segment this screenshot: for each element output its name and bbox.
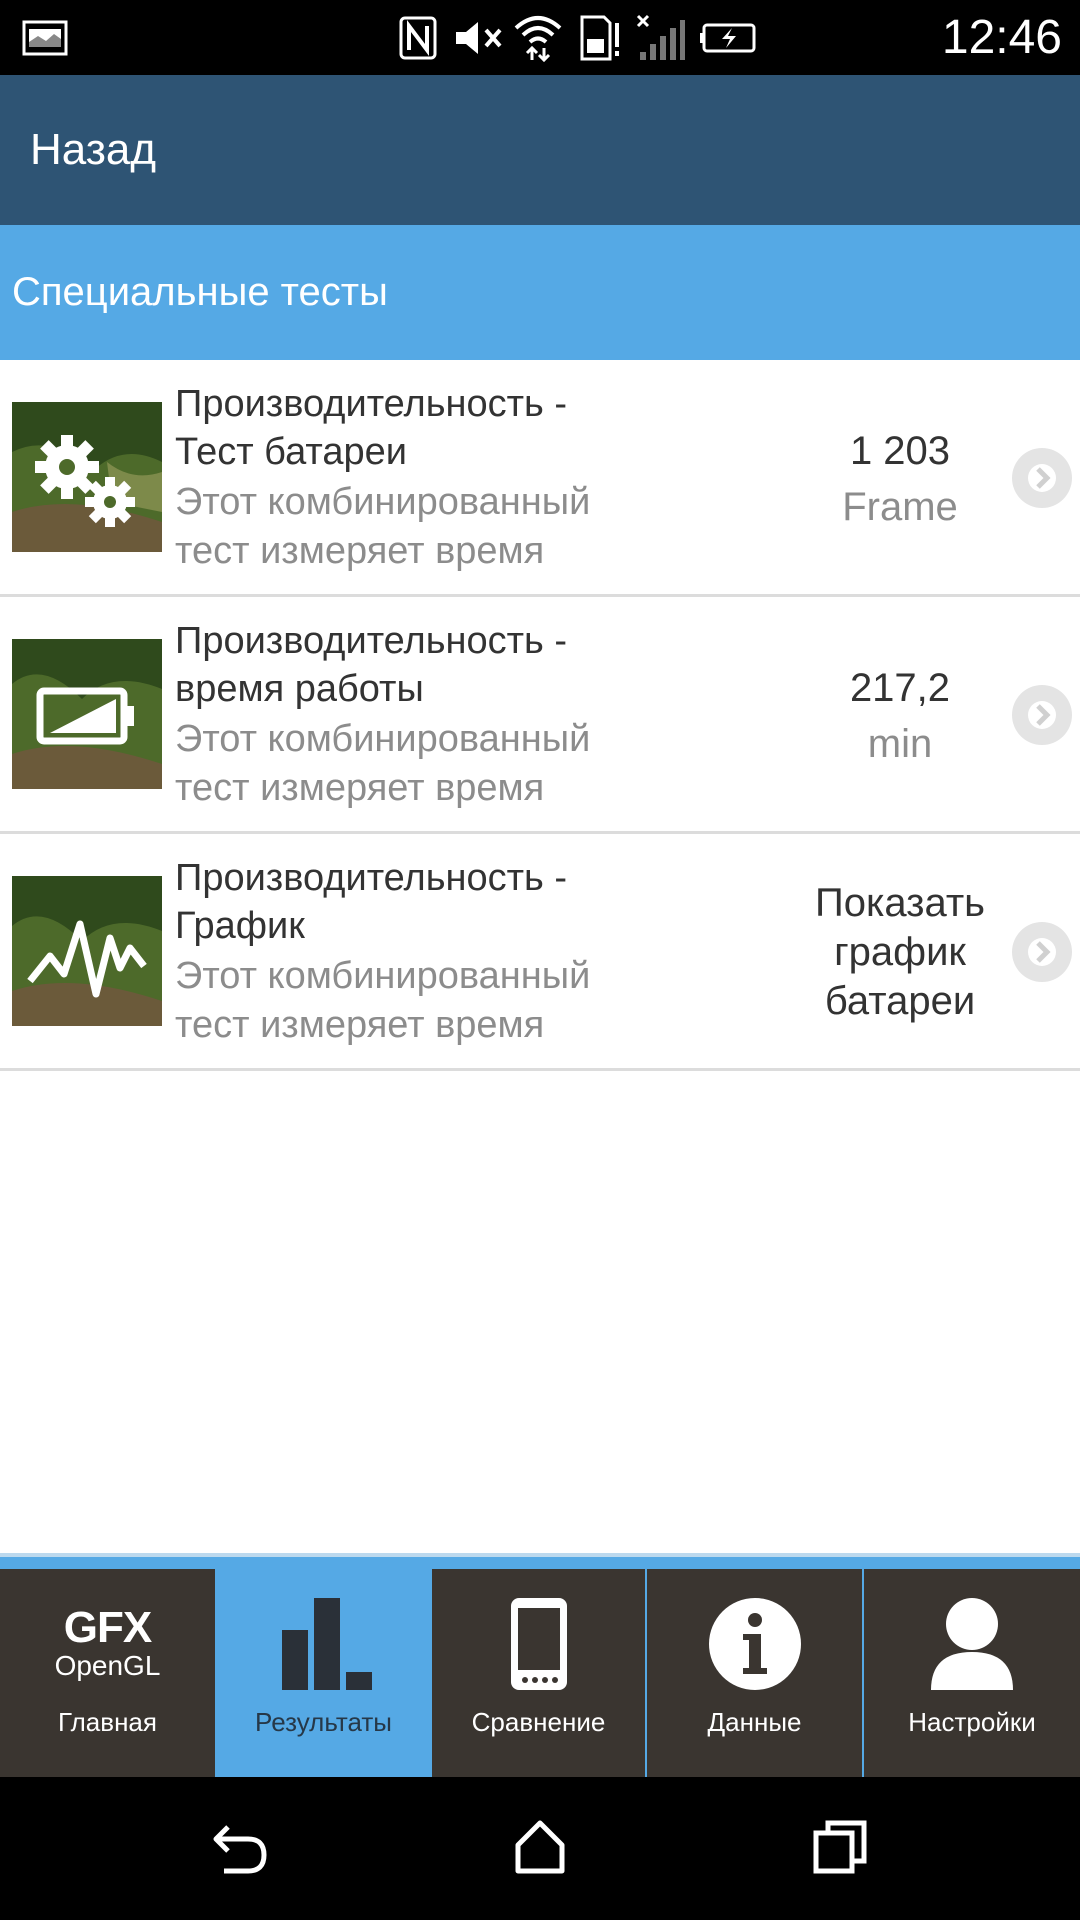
home-icon[interactable]: [500, 1812, 580, 1882]
show-graph-line3: батареи: [824, 979, 976, 1023]
test-title-line1: Производительность -: [175, 383, 568, 425]
test-description: Этот комбинированный тест измеряет время: [175, 952, 695, 1050]
section-header: Специальные тесты: [0, 225, 1080, 360]
result-unit: min: [867, 721, 933, 766]
gfx-logo-top: GFX: [63, 1603, 152, 1652]
test-title-line1: Производительность -: [175, 857, 568, 899]
test-desc-line2: тест измеряет время: [175, 1004, 545, 1046]
tab-home[interactable]: GFX OpenGL Главная: [0, 1569, 215, 1777]
test-title: Производительность - Тест батареи: [175, 380, 695, 476]
result-value: 217,2: [849, 665, 951, 710]
gfx-logo-bottom: OpenGL: [54, 1650, 161, 1681]
show-graph-line1: Показать: [814, 881, 986, 925]
tab-label: Сравнение: [471, 1707, 606, 1737]
status-time: 12:46: [941, 11, 1062, 64]
test-desc-line2: тест измеряет время: [175, 767, 545, 809]
test-desc-line1: Этот комбинированный: [175, 718, 591, 760]
recents-icon[interactable]: [800, 1812, 880, 1882]
system-nav-bar: [0, 1777, 1080, 1920]
back-button[interactable]: Назад: [0, 75, 1080, 225]
pulse-graph-icon: [12, 876, 162, 1026]
test-desc-line1: Этот комбинированный: [175, 955, 591, 997]
chevron-right-icon[interactable]: [1012, 922, 1072, 982]
screenshot-icon: [22, 14, 68, 62]
status-bar: 12:46: [0, 0, 1080, 75]
result-unit: Frame: [842, 484, 958, 529]
test-row-battery[interactable]: Производительность - Тест батареи Этот к…: [0, 360, 1080, 597]
test-title-line2: Тест батареи: [175, 431, 407, 473]
test-title-line2: График: [175, 905, 305, 947]
gears-icon: [12, 402, 162, 552]
tab-results[interactable]: Результаты: [217, 1569, 430, 1777]
wifi-icon: [512, 14, 564, 62]
test-result: 1 203 Frame: [790, 360, 1010, 597]
sd-card-icon: [578, 14, 622, 62]
tab-label: Результаты: [255, 1707, 392, 1737]
phone-icon: [432, 1569, 645, 1699]
section-title: Специальные тесты: [12, 270, 388, 314]
test-desc-line1: Этот комбинированный: [175, 481, 591, 523]
gfx-logo-icon: GFX OpenGL: [0, 1569, 215, 1699]
test-title: Производительность - время работы: [175, 617, 695, 713]
test-result: 217,2 min: [790, 597, 1010, 834]
bottom-tab-bar: GFX OpenGL Главная Результаты Сравнение …: [0, 1553, 1080, 1777]
test-list: Производительность - Тест батареи Этот к…: [0, 360, 1080, 1071]
test-title-line1: Производительность -: [175, 620, 568, 662]
chevron-right-icon[interactable]: [1012, 448, 1072, 508]
test-desc-line2: тест измеряет время: [175, 530, 545, 572]
bar-chart-icon: [217, 1569, 430, 1699]
battery-charging-icon: [700, 14, 758, 62]
test-title: Производительность - График: [175, 854, 695, 950]
tab-settings[interactable]: Настройки: [864, 1569, 1080, 1777]
test-row-graph[interactable]: Производительность - График Этот комбини…: [0, 834, 1080, 1071]
test-description: Этот комбинированный тест измеряет время: [175, 478, 695, 576]
show-graph-line2: график: [834, 930, 966, 974]
info-icon: [647, 1569, 862, 1699]
test-row-runtime[interactable]: Производительность - время работы Этот к…: [0, 597, 1080, 834]
tab-bar-divider: [0, 1553, 1080, 1557]
signal-icon: [636, 14, 686, 62]
nfc-icon: [398, 14, 438, 62]
result-value: 1 203: [849, 428, 951, 473]
tab-label: Главная: [58, 1707, 157, 1737]
user-icon: [864, 1569, 1080, 1699]
tab-info[interactable]: Данные: [647, 1569, 862, 1777]
tab-label: Данные: [707, 1707, 802, 1737]
show-graph-link[interactable]: Показать график батареи: [790, 834, 1010, 1071]
battery-icon: [12, 639, 162, 789]
tab-label: Настройки: [908, 1707, 1036, 1737]
back-icon[interactable]: [200, 1812, 280, 1882]
chevron-right-icon[interactable]: [1012, 685, 1072, 745]
tab-compare[interactable]: Сравнение: [432, 1569, 645, 1777]
test-title-line2: время работы: [175, 668, 424, 710]
mute-icon: [452, 14, 504, 62]
test-description: Этот комбинированный тест измеряет время: [175, 715, 695, 813]
back-label: Назад: [30, 125, 157, 174]
